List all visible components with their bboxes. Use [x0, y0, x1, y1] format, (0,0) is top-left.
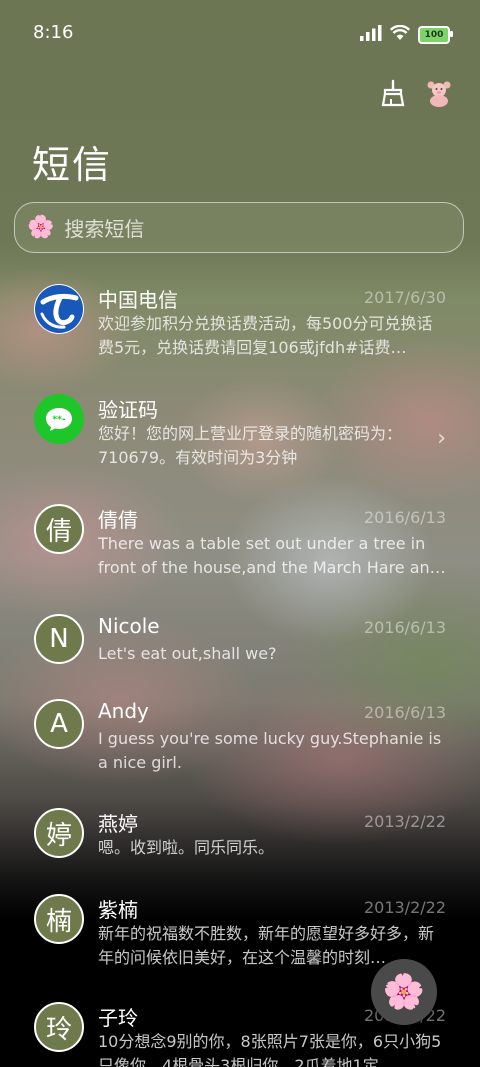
page-title: 短信 [32, 143, 113, 187]
message-preview: 10分想念9别的你，8张照片7张是你，6只小狗5只像你，4根骨头3根归你，2爪着… [98, 1032, 442, 1067]
battery-icon: 100 [418, 26, 453, 44]
contact-name: 倩倩 [98, 508, 138, 532]
contact-name: 燕婷 [98, 812, 138, 836]
message-date: 2013/2/22 [363, 812, 446, 831]
message-date: 2016/6/13 [363, 703, 446, 722]
avatar: 倩 [34, 504, 84, 554]
message-preview: I guess you're some lucky guy.Stephanie … [98, 729, 442, 772]
flower-icon: 🌸 [382, 972, 426, 1012]
avatar: 玲 [34, 1002, 84, 1052]
message-preview: There was a table set out under a tree i… [98, 534, 446, 577]
contact-name: Andy [98, 699, 149, 723]
message-row-andy[interactable]: A Andy 2016/6/13 I guess you're some luc… [0, 685, 480, 795]
avatar: N [34, 614, 84, 664]
contact-name: 子玲 [98, 1006, 138, 1030]
broom-icon[interactable] [378, 78, 408, 108]
message-preview: Let's eat out,shall we? [98, 644, 277, 663]
message-date: 2016/6/13 [363, 508, 446, 527]
message-date: 2017/6/30 [363, 288, 446, 307]
status-bar: 8:16 100 [0, 0, 480, 68]
wifi-icon [389, 24, 411, 45]
china-telecom-logo-icon [34, 284, 84, 334]
avatar: 婷 [34, 808, 84, 858]
signal-icon [360, 25, 382, 45]
avatar: A [34, 699, 84, 749]
message-preview: 嗯。收到啦。同乐同乐。 [98, 838, 275, 857]
messages-screen: 8:16 100 短信 🌸 搜索短信 中国电信 2017/6/30 欢迎参加积分… [0, 0, 480, 1067]
top-actions [378, 78, 454, 108]
message-preview: 欢迎参加积分兑换话费活动，每500分可兑换话费5元，兑换话费请回复106或jfd… [98, 314, 433, 357]
flower-icon: 🌸 [27, 215, 55, 240]
chat-bubble-icon: **- [34, 394, 84, 444]
message-preview: 您好！您的网上营业厅登录的随机密码为：710679。有效时间为3分钟 [98, 424, 403, 467]
compose-button[interactable]: 🌸 [371, 959, 437, 1025]
bear-icon[interactable] [424, 78, 454, 108]
avatar: 楠 [34, 894, 84, 944]
search-bar[interactable]: 🌸 搜索短信 [14, 202, 464, 253]
contact-name: 中国电信 [98, 288, 178, 312]
message-row-china-telecom[interactable]: 中国电信 2017/6/30 欢迎参加积分兑换话费活动，每500分可兑换话费5元… [0, 270, 480, 380]
message-row-verification-code[interactable]: **- 验证码 您好！您的网上营业厅登录的随机密码为：710679。有效时间为3… [0, 380, 480, 490]
message-date: 2013/2/22 [363, 898, 446, 917]
contact-name: 紫楠 [98, 898, 138, 922]
status-time: 8:16 [33, 22, 74, 43]
status-icons: 100 [360, 24, 453, 45]
contact-name: 验证码 [98, 398, 158, 422]
message-row-qianqian[interactable]: 倩 倩倩 2016/6/13 There was a table set out… [0, 490, 480, 600]
svg-text:**-: **- [52, 415, 65, 425]
search-placeholder: 搜索短信 [64, 217, 145, 241]
contact-name: Nicole [98, 614, 160, 638]
message-date: 2016/6/13 [363, 618, 446, 637]
chevron-right-icon: › [437, 426, 446, 451]
